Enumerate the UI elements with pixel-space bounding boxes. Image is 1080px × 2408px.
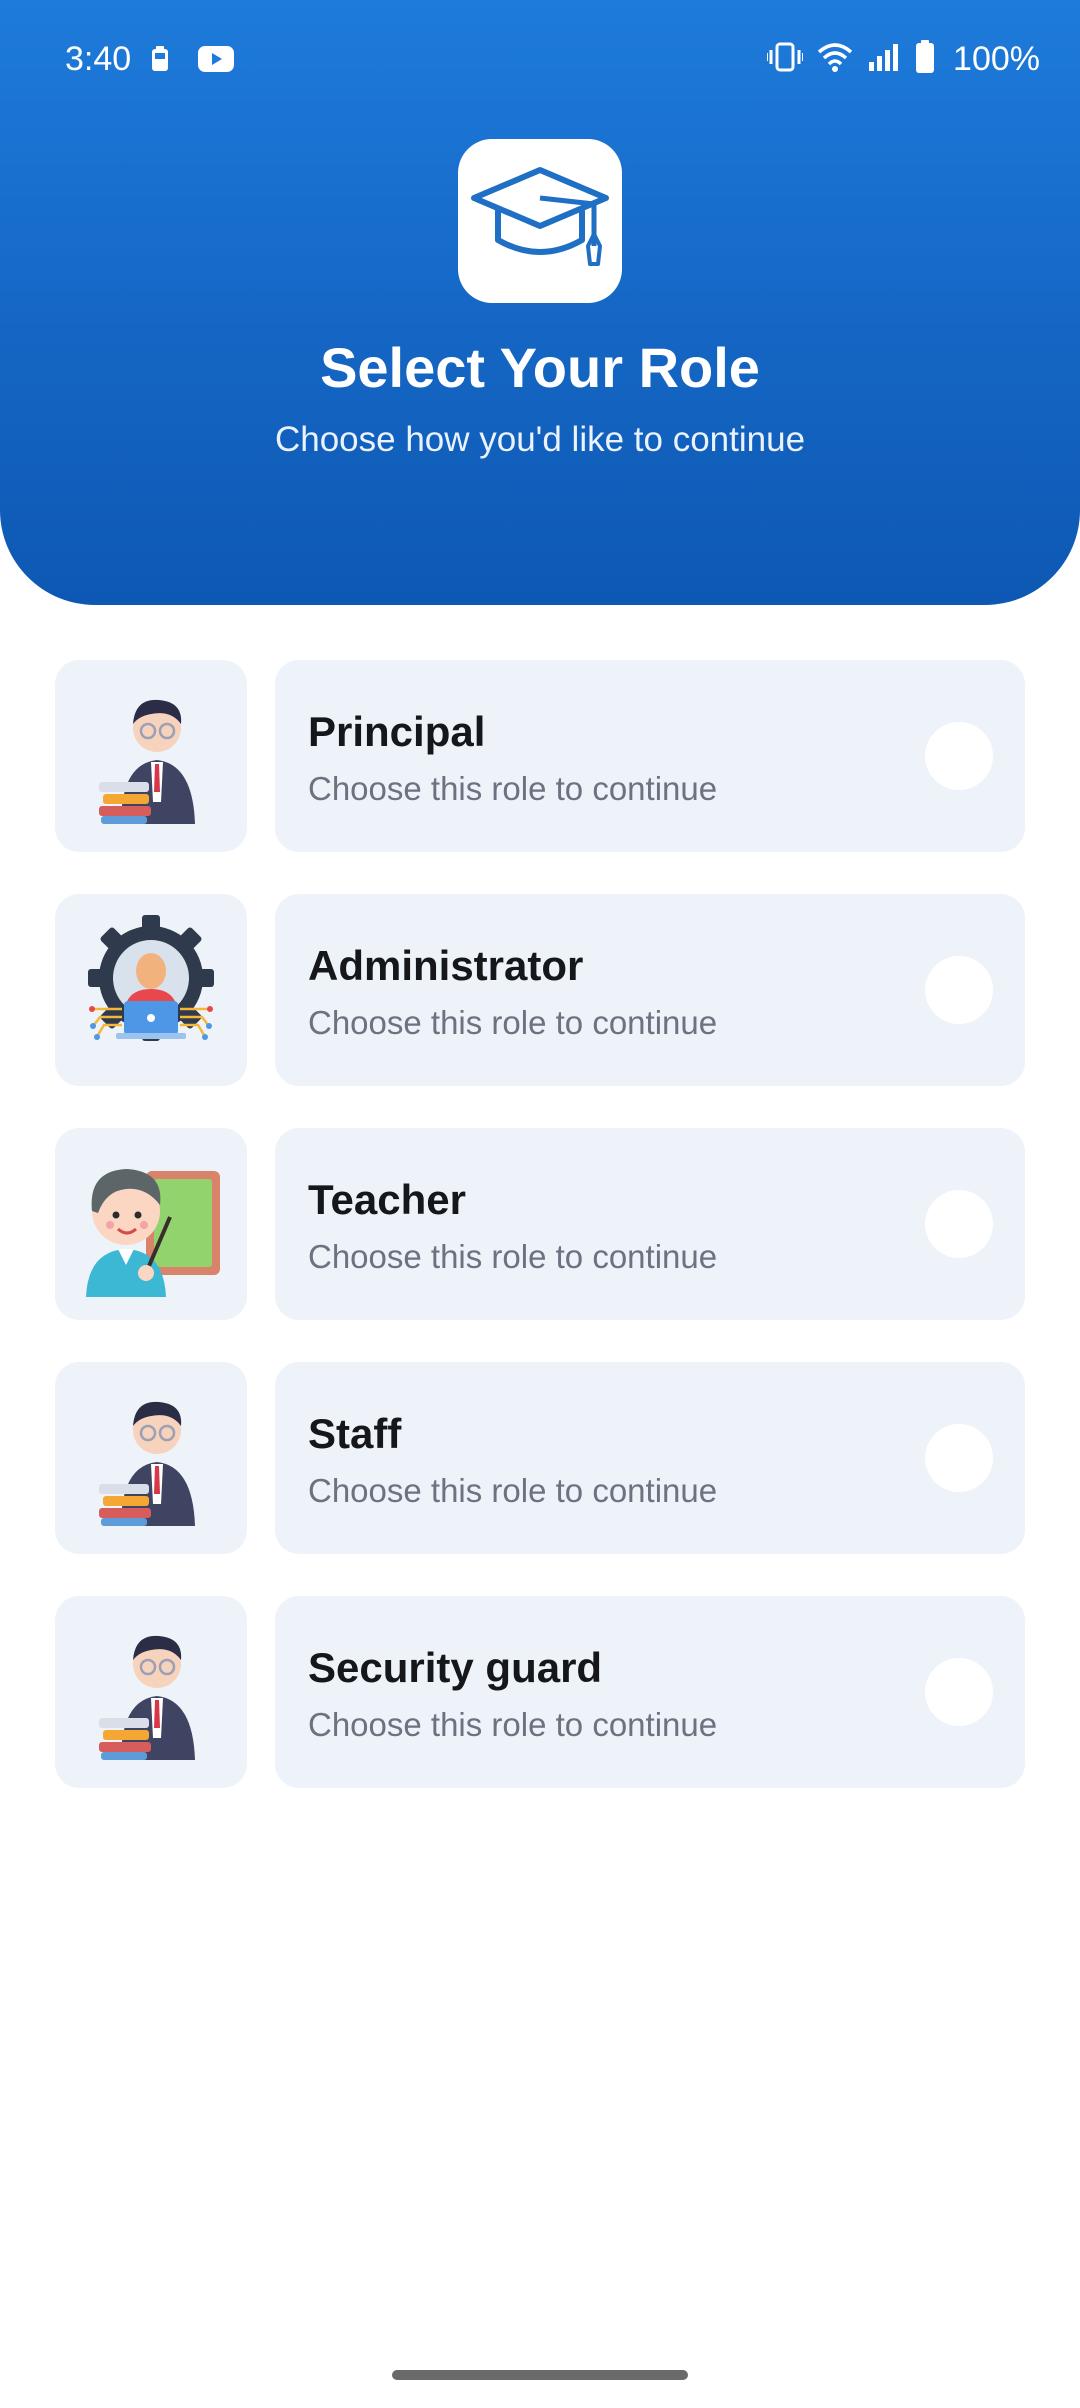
role-radio-button[interactable] [925, 1658, 993, 1726]
role-card[interactable]: Principal Choose this role to continue [275, 660, 1025, 852]
role-title: Security guard [308, 1644, 603, 1691]
role-card[interactable]: Administrator Choose this role to contin… [275, 894, 1025, 1086]
role-description: Choose this role to continue [308, 770, 718, 807]
role-radio-button[interactable] [925, 1190, 993, 1258]
battery-percent: 100% [953, 40, 1040, 78]
role-option-security-guard[interactable]: Security guard Choose this role to conti… [55, 1596, 1025, 1788]
header-banner: 3:40 100% Select Your Role Choose how yo… [0, 0, 1080, 605]
battery-saver-icon [150, 46, 170, 77]
role-description: Choose this role to continue [308, 1706, 718, 1743]
role-option-staff[interactable]: Staff Choose this role to continue [55, 1362, 1025, 1554]
role-illustration [55, 1596, 247, 1788]
app-logo [458, 139, 622, 303]
role-radio-button[interactable] [925, 1424, 993, 1492]
principal-avatar-icon [91, 684, 211, 829]
role-illustration [55, 894, 247, 1086]
role-illustration [55, 1362, 247, 1554]
role-card[interactable]: Staff Choose this role to continue [275, 1362, 1025, 1554]
youtube-icon [198, 46, 234, 77]
role-title: Staff [308, 1410, 402, 1457]
role-radio-button[interactable] [925, 956, 993, 1024]
role-title: Principal [308, 708, 486, 755]
role-title: Teacher [308, 1176, 466, 1223]
graduation-cap-icon [470, 164, 610, 279]
role-illustration [55, 660, 247, 852]
administrator-avatar-icon [76, 913, 226, 1068]
status-bar: 3:40 100% [0, 0, 1080, 125]
role-description: Choose this role to continue [308, 1004, 718, 1041]
role-card[interactable]: Security guard Choose this role to conti… [275, 1596, 1025, 1788]
role-option-principal[interactable]: Principal Choose this role to continue [55, 660, 1025, 852]
vibrate-icon [766, 42, 805, 77]
page-subtitle: Choose how you'd like to continue [274, 420, 806, 459]
wifi-icon [817, 42, 853, 77]
role-title: Administrator [308, 942, 584, 989]
role-option-administrator[interactable]: Administrator Choose this role to contin… [55, 894, 1025, 1086]
security-guard-avatar-icon [91, 1620, 211, 1765]
staff-avatar-icon [91, 1386, 211, 1531]
page-title: Select Your Role [320, 336, 760, 399]
role-radio-button[interactable] [925, 722, 993, 790]
signal-icon [867, 42, 901, 77]
status-time: 3:40 [65, 40, 132, 78]
role-description: Choose this role to continue [308, 1238, 718, 1275]
role-option-teacher[interactable]: Teacher Choose this role to continue [55, 1128, 1025, 1320]
role-card[interactable]: Teacher Choose this role to continue [275, 1128, 1025, 1320]
battery-icon [915, 40, 935, 79]
home-indicator[interactable] [392, 2370, 688, 2380]
role-illustration [55, 1128, 247, 1320]
teacher-avatar-icon [76, 1147, 226, 1302]
role-description: Choose this role to continue [308, 1472, 718, 1509]
